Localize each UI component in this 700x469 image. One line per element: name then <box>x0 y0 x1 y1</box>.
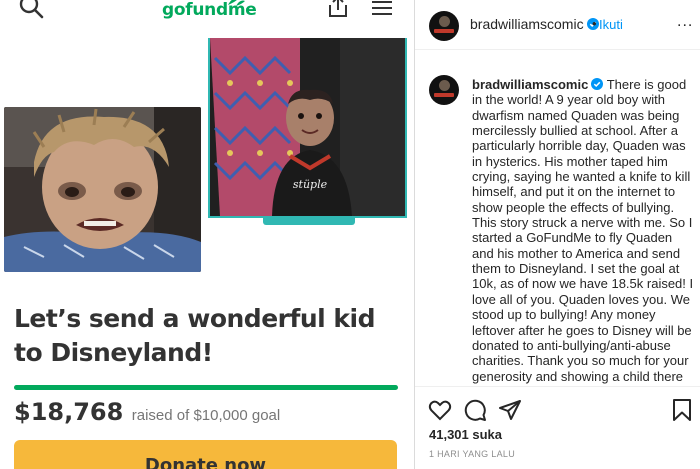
campaign-title: Let’s send a wonderful kid to Disneyland… <box>14 304 376 367</box>
avatar[interactable] <box>429 11 459 41</box>
shirt-print-text: stüple <box>293 178 328 191</box>
separator-dot: • <box>592 16 597 31</box>
gofundme-page: gofundme stüple Let’s send a wonderful k… <box>0 0 414 469</box>
donation-progress-bar <box>14 385 398 390</box>
bookmark-icon[interactable] <box>670 398 694 422</box>
heart-icon[interactable] <box>428 398 452 422</box>
share-icon[interactable] <box>327 0 349 19</box>
more-options-icon[interactable]: ... <box>677 13 693 31</box>
caption-avatar[interactable] <box>429 75 459 105</box>
gofundme-header: gofundme <box>0 0 414 24</box>
campaign-photo-boy-with-mother: stüple <box>208 38 407 218</box>
instagram-panel: bradwilliamscomic • Ikuti ... bradwillia… <box>414 0 700 469</box>
post-header: bradwilliamscomic • Ikuti ... <box>415 0 700 50</box>
caption-text: There is good in the world! A 9 year old… <box>472 77 694 384</box>
photo-accent-bar <box>263 217 355 225</box>
campaign-photo-boy-crying <box>4 107 201 272</box>
search-icon[interactable] <box>18 0 44 20</box>
leaf-icon <box>228 0 245 6</box>
post-author-header[interactable]: bradwilliamscomic <box>470 16 599 32</box>
menu-icon[interactable] <box>371 0 393 16</box>
username[interactable]: bradwilliamscomic <box>470 16 584 32</box>
amount-raised: $18,768 <box>14 398 124 426</box>
comment-icon[interactable] <box>463 398 487 422</box>
send-icon[interactable] <box>498 398 522 422</box>
post-caption: bradwilliamscomic There is good in the w… <box>472 77 697 387</box>
caption-username[interactable]: bradwilliamscomic <box>472 77 588 92</box>
post-timestamp[interactable]: 1 HARI YANG LALU <box>429 449 515 459</box>
amount-raised-line: $18,768 raised of $10,000 goal <box>14 398 280 426</box>
likes-count[interactable]: 41,301 suka <box>429 427 502 442</box>
verified-icon <box>591 78 604 90</box>
goal-text: raised of $10,000 goal <box>131 407 281 424</box>
donate-now-button[interactable]: Donate now <box>14 440 397 469</box>
follow-button[interactable]: Ikuti <box>599 17 623 32</box>
donation-progress-fill <box>14 385 398 390</box>
